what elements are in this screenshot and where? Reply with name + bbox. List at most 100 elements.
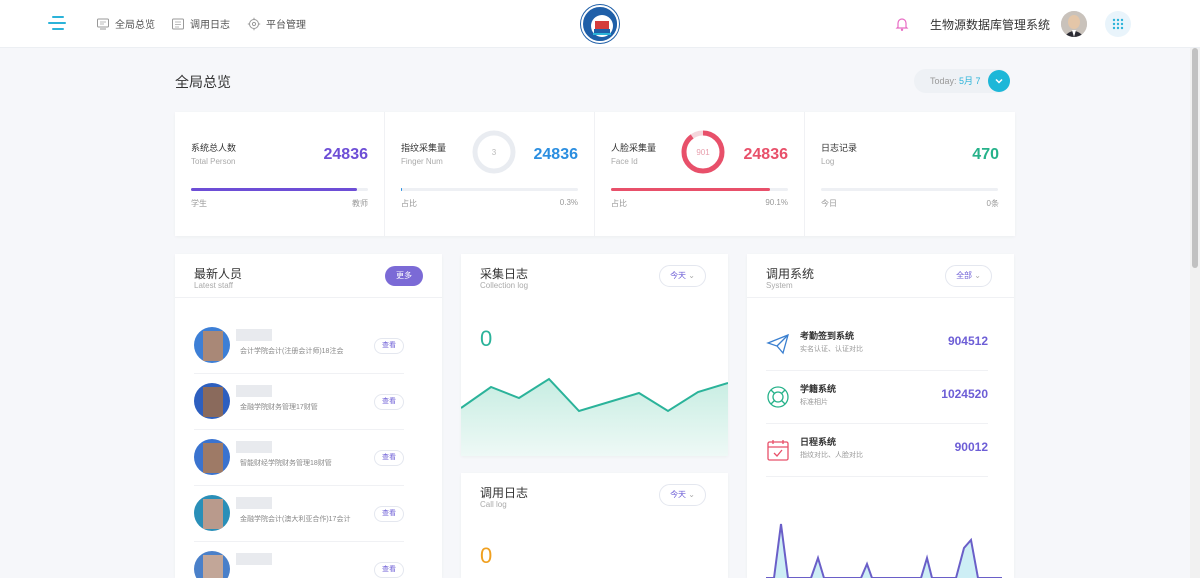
- grid-icon: [1112, 18, 1124, 30]
- dropdown-label: 今天: [670, 271, 687, 280]
- staff-name-redacted: [236, 553, 272, 565]
- stat-foot-right: 0条: [986, 199, 999, 208]
- stat-label: 指纹采集量: [401, 143, 447, 153]
- nav-label: 全局总览: [115, 20, 155, 31]
- bell-icon[interactable]: [894, 16, 910, 32]
- panel-title: 采集日志: [480, 267, 529, 281]
- stat-progress-fill: [191, 188, 358, 191]
- stat-foot-right: 90.1%: [765, 198, 788, 207]
- nav-label: 平台管理: [266, 20, 306, 31]
- date-picker[interactable]: Today: 5月 7: [914, 69, 1010, 93]
- stat-value: 24836: [323, 146, 369, 163]
- avatar: [194, 327, 230, 363]
- avatar: [194, 551, 230, 578]
- monitor-icon: [96, 17, 110, 31]
- finger-ring-gauge: 3: [472, 130, 516, 174]
- view-button[interactable]: 查看: [374, 506, 404, 522]
- stat-foot-right: 教师: [352, 199, 368, 208]
- stat-label: 日志记录: [821, 143, 858, 153]
- top-navbar: 全局总览 调用日志 平台管理 生物源数据库管理系统: [0, 0, 1200, 48]
- latest-staff-panel: 最新人员 Latest staff 更多 会计学院会计(注册会计师)18注会 查…: [175, 254, 442, 578]
- stat-foot-left: 学生: [191, 199, 207, 208]
- system-spike-chart: [766, 523, 1002, 578]
- chevron-down-icon[interactable]: [988, 70, 1010, 92]
- staff-name-redacted: [236, 441, 272, 453]
- stat-progress-bar: [821, 188, 998, 191]
- view-button[interactable]: 查看: [374, 450, 404, 466]
- stat-progress-bar: [401, 188, 578, 191]
- chevron-down-icon: ⌄: [688, 490, 695, 499]
- stat-sub: Finger Num: [401, 157, 443, 166]
- panel-subtitle: Latest staff: [194, 281, 233, 290]
- system-row-attendance[interactable]: 考勤签到系统 实名认证、认证对比 904512: [766, 318, 988, 371]
- chevron-down-icon: ⌄: [688, 271, 695, 280]
- system-desc: 指纹对比、人脸对比: [800, 452, 863, 459]
- face-ring-gauge: 901: [681, 130, 725, 174]
- period-dropdown[interactable]: 今天 ⌄: [659, 265, 706, 287]
- stat-progress-fill: [611, 188, 771, 191]
- more-button[interactable]: 更多: [385, 266, 423, 286]
- avatar: [194, 495, 230, 531]
- stat-foot-left: 占比: [611, 199, 627, 208]
- menu-toggle-icon[interactable]: [48, 16, 66, 30]
- university-logo: [581, 5, 619, 43]
- panel-title: 调用日志: [480, 486, 529, 500]
- panel-header: 最新人员 Latest staff 更多: [175, 254, 442, 298]
- stat-value: 24836: [743, 146, 789, 163]
- log-icon: [171, 17, 185, 31]
- stat-label: 系统总人数: [191, 143, 237, 153]
- staff-name-redacted: [236, 329, 272, 341]
- panel-subtitle: Collection log: [480, 281, 529, 290]
- apps-grid-button[interactable]: [1105, 11, 1131, 37]
- system-row-schedule[interactable]: 日程系统 指纹对比、人脸对比 90012: [766, 424, 988, 477]
- calendar-check-icon: [767, 440, 789, 461]
- system-title: 生物源数据库管理系统: [930, 18, 1051, 32]
- stat-value: 470: [972, 146, 999, 163]
- list-item: 金融学院会计(澳大利亚合作)17会计 查看: [194, 486, 404, 542]
- stats-panel: 系统总人数 Total Person 24836 学生 教师 指纹采集量 Fin…: [175, 112, 1015, 236]
- ring-value: 901: [696, 148, 710, 157]
- panel-title: 调用系统: [766, 267, 815, 281]
- staff-info: 金融学院会计(澳大利亚合作)17会计: [240, 516, 351, 523]
- panel-header: 采集日志 Collection log 今天 ⌄: [461, 254, 728, 298]
- call-system-panel: 调用系统 System 全部 ⌄ 考勤签到系统 实名认证、认证对比 904512…: [747, 254, 1014, 578]
- call-log-panel: 调用日志 Call log 今天 ⌄ 0: [461, 473, 728, 578]
- system-name: 考勤签到系统: [800, 331, 855, 341]
- system-row-student-status[interactable]: 学籍系统 标准相片 1024520: [766, 371, 988, 424]
- system-value: 90012: [954, 440, 988, 454]
- system-desc: 实名认证、认证对比: [800, 346, 863, 353]
- scrollbar-thumb[interactable]: [1192, 48, 1198, 268]
- system-desc: 标准相片: [800, 399, 828, 406]
- collection-log-panel: 采集日志 Collection log 今天 ⌄ 0: [461, 254, 728, 456]
- dropdown-label: 今天: [670, 490, 687, 499]
- avatar: [194, 383, 230, 419]
- stat-value: 24836: [533, 146, 579, 163]
- stat-total-person: 系统总人数 Total Person 24836 学生 教师: [175, 112, 385, 236]
- nav-item-platform[interactable]: 平台管理: [247, 16, 306, 31]
- list-item: 会计学院会计(注册会计师)18注会 查看: [194, 318, 404, 374]
- nav-item-overview[interactable]: 全局总览: [96, 16, 155, 31]
- stat-sub: Total Person: [191, 157, 236, 166]
- stat-foot-right: 0.3%: [559, 198, 578, 207]
- chevron-down-icon: ⌄: [974, 271, 981, 280]
- stat-foot-left: 今日: [821, 199, 837, 208]
- stat-label: 人脸采集量: [611, 143, 657, 153]
- panel-subtitle: System: [766, 281, 793, 290]
- staff-info: 智能财经学院财务管理18财管: [240, 460, 332, 467]
- stat-progress-bar: [611, 188, 788, 191]
- life-ring-icon: [767, 386, 789, 408]
- avatar: [194, 439, 230, 475]
- today-date: 5月 7: [959, 76, 981, 86]
- user-avatar[interactable]: [1061, 11, 1087, 37]
- dropdown-label: 全部: [956, 271, 973, 280]
- paper-plane-icon: [766, 333, 789, 355]
- view-button[interactable]: 查看: [374, 338, 404, 354]
- system-value: 904512: [947, 334, 988, 348]
- system-filter-dropdown[interactable]: 全部 ⌄: [945, 265, 992, 287]
- period-dropdown[interactable]: 今天 ⌄: [659, 484, 706, 506]
- today-prefix: Today:: [930, 76, 960, 86]
- view-button[interactable]: 查看: [374, 562, 404, 578]
- nav-item-call-log[interactable]: 调用日志: [171, 16, 230, 31]
- view-button[interactable]: 查看: [374, 394, 404, 410]
- stat-foot-left: 占比: [401, 199, 417, 208]
